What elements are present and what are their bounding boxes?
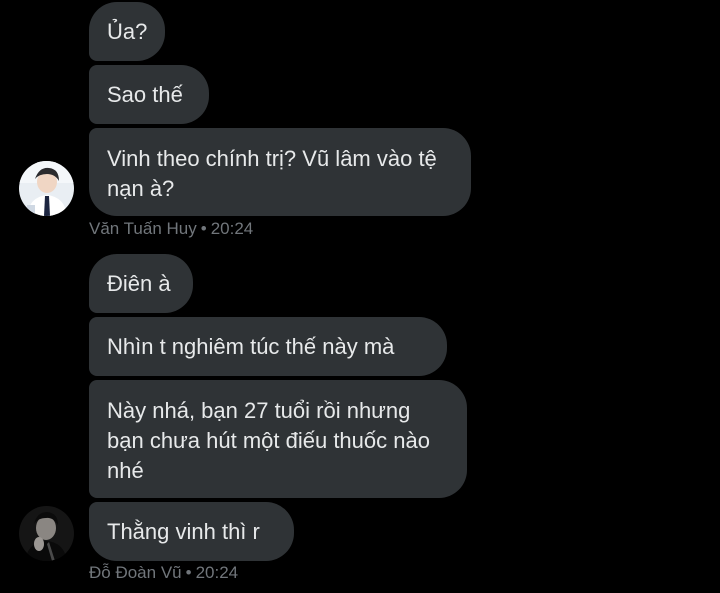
message-meta: Đỗ Đoàn Vũ • 20:24 <box>89 563 238 583</box>
message-bubble[interactable]: Thằng vinh thì r <box>89 502 294 561</box>
message-meta: Văn Tuấn Huy • 20:24 <box>89 219 253 239</box>
message-bubble[interactable]: Này nhá, bạn 27 tuổi rồi nhưng bạn chưa … <box>89 380 467 498</box>
avatar-image <box>19 506 74 561</box>
message-text: Sao thế <box>107 81 183 107</box>
separator-dot: • <box>185 563 192 582</box>
separator-dot: • <box>200 219 207 238</box>
message-text: Nhìn t nghiêm túc thế này mà <box>107 333 395 359</box>
message-bubble[interactable]: Điên à <box>89 254 193 313</box>
message-text: Điên à <box>107 270 171 296</box>
sender-name[interactable]: Văn Tuấn Huy <box>89 219 197 238</box>
message-bubble[interactable]: Nhìn t nghiêm túc thế này mà <box>89 317 447 376</box>
avatar-image <box>19 161 74 216</box>
timestamp: 20:24 <box>210 219 254 238</box>
avatar[interactable] <box>19 161 74 216</box>
message-text: Này nhá, bạn 27 tuổi rồi nhưng bạn chưa … <box>107 398 430 483</box>
message-bubble[interactable]: Ủa? <box>89 2 165 61</box>
timestamp: 20:24 <box>195 563 239 582</box>
sender-name[interactable]: Đỗ Đoàn Vũ <box>89 563 182 582</box>
message-bubble[interactable]: Sao thế <box>89 65 209 124</box>
message-text: Ủa? <box>107 18 148 44</box>
message-text: Thằng vinh thì r <box>107 518 260 544</box>
message-text: Vinh theo chính trị? Vũ lâm vào tệ nạn à… <box>107 146 437 201</box>
avatar[interactable] <box>19 506 74 561</box>
message-bubble[interactable]: Vinh theo chính trị? Vũ lâm vào tệ nạn à… <box>89 128 471 216</box>
